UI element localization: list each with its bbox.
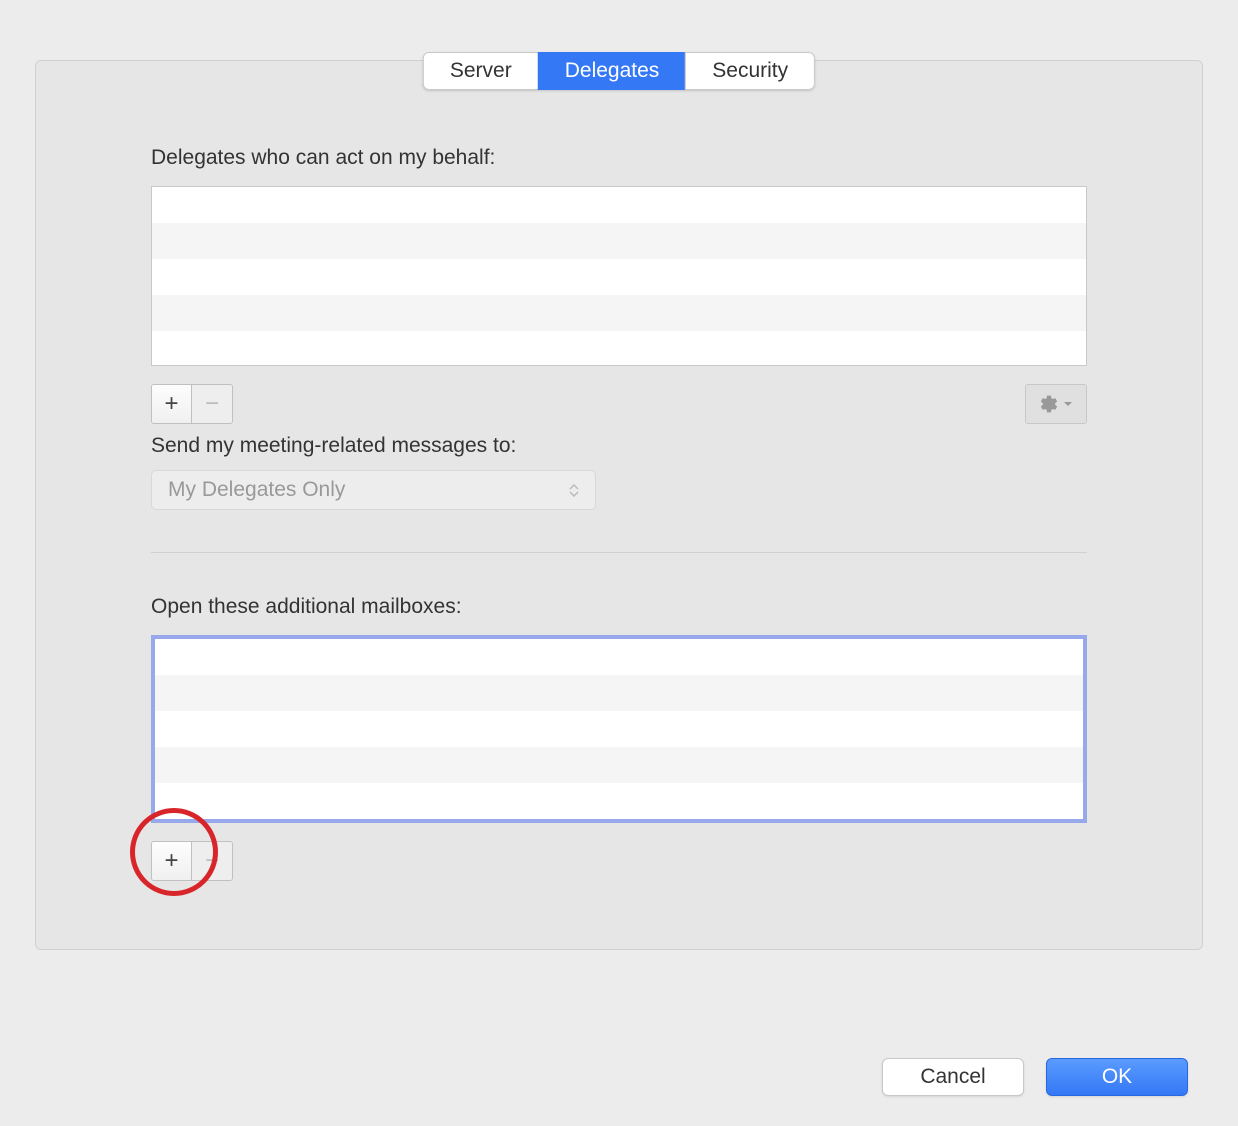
dropdown-value: My Delegates Only — [168, 478, 345, 502]
mailboxes-add-remove: + − — [151, 841, 233, 881]
list-row — [152, 187, 1086, 223]
minus-icon: − — [205, 847, 219, 875]
tab-security[interactable]: Security — [685, 52, 815, 90]
meeting-messages-dropdown[interactable]: My Delegates Only — [151, 470, 596, 510]
add-mailbox-button[interactable]: + — [152, 842, 192, 880]
delegates-list[interactable] — [151, 186, 1087, 366]
delegates-label: Delegates who can act on my behalf: — [151, 146, 1087, 170]
footer-buttons: Cancel OK — [882, 1058, 1188, 1096]
list-row — [155, 747, 1083, 783]
chevron-down-icon — [1063, 399, 1073, 409]
mailboxes-label: Open these additional mailboxes: — [151, 595, 1087, 619]
list-row — [155, 639, 1083, 675]
list-row — [152, 331, 1086, 367]
delegates-add-remove: + − — [151, 384, 233, 424]
list-row — [152, 295, 1086, 331]
updown-icon — [569, 484, 579, 497]
add-delegate-button[interactable]: + — [152, 385, 192, 423]
main-panel: Delegates who can act on my behalf: + − — [35, 60, 1203, 950]
ok-button[interactable]: OK — [1046, 1058, 1188, 1096]
remove-mailbox-button[interactable]: − — [192, 842, 232, 880]
cancel-button[interactable]: Cancel — [882, 1058, 1024, 1096]
plus-icon: + — [164, 390, 178, 418]
meeting-messages-label: Send my meeting-related messages to: — [151, 434, 1087, 458]
list-row — [152, 259, 1086, 295]
minus-icon: − — [205, 390, 219, 418]
list-row — [155, 783, 1083, 819]
list-row — [152, 223, 1086, 259]
plus-icon: + — [164, 847, 178, 875]
preferences-window: Server Delegates Security Delegates who … — [0, 0, 1238, 1126]
mailboxes-controls: + − — [151, 841, 1087, 881]
delegate-options-button[interactable] — [1025, 384, 1087, 424]
tab-delegates[interactable]: Delegates — [538, 52, 686, 90]
tab-bar: Server Delegates Security — [423, 52, 815, 90]
divider — [151, 552, 1087, 553]
remove-delegate-button[interactable]: − — [192, 385, 232, 423]
delegates-section: Delegates who can act on my behalf: + − — [151, 146, 1087, 510]
mailboxes-list[interactable] — [151, 635, 1087, 823]
mailboxes-section: Open these additional mailboxes: + − — [151, 595, 1087, 881]
tab-server[interactable]: Server — [423, 52, 538, 90]
list-row — [155, 711, 1083, 747]
delegates-controls: + − — [151, 384, 1087, 424]
list-row — [155, 675, 1083, 711]
gear-icon — [1039, 394, 1059, 414]
